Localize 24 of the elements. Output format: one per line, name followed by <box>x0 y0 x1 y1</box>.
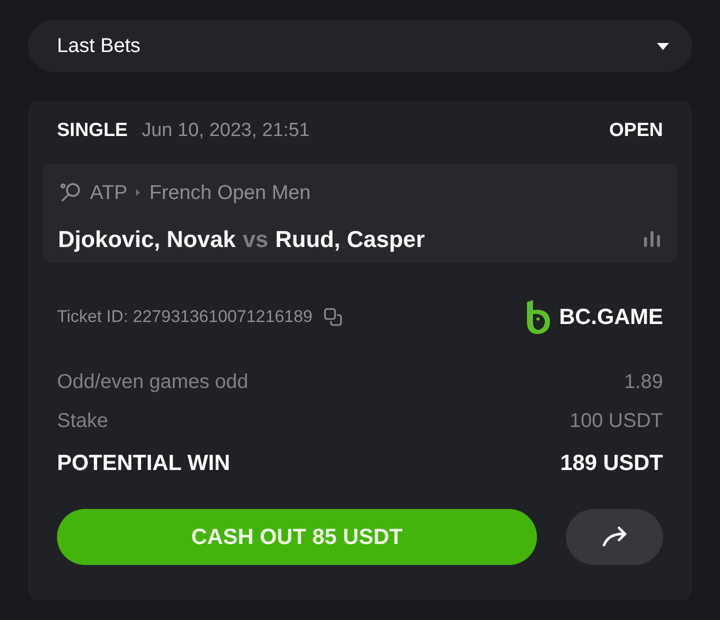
logo-icon <box>525 300 552 334</box>
last-bets-dropdown[interactable]: Last Bets <box>28 20 692 72</box>
tournament-name: French Open Men <box>149 180 311 206</box>
detail-value: 100 USDT <box>570 409 663 434</box>
detail-value: 1.89 <box>624 370 663 395</box>
versus-label: vs <box>242 224 268 254</box>
brand-logo-text: BC.GAME <box>559 303 663 331</box>
copy-icon[interactable] <box>322 306 343 326</box>
detail-label: Stake <box>57 409 108 434</box>
chevron-icon <box>135 188 142 197</box>
bet-type: SINGLE <box>57 119 128 143</box>
caret-icon <box>656 42 670 50</box>
detail-value: 189 USDT <box>560 449 663 477</box>
away-player: Ruud, Casper <box>275 224 425 254</box>
stats-icon[interactable] <box>642 230 662 248</box>
league-name: ATP <box>90 180 128 206</box>
detail-label: POTENTIAL WIN <box>57 449 230 477</box>
bet-date: Jun 10, 2023, 21:51 <box>142 119 310 143</box>
ticket-id: Ticket ID: 2279313610071216189 <box>57 306 313 328</box>
dropdown-label: Last Bets <box>57 34 140 59</box>
share-arrow-icon <box>600 526 628 548</box>
bet-status: OPEN <box>609 119 663 143</box>
detail-label: Odd/even games odd <box>57 370 248 395</box>
home-player: Djokovic, Novak <box>58 224 236 254</box>
